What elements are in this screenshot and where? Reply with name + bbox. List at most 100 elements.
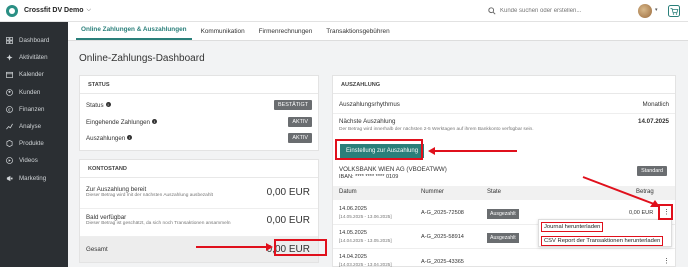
highlight-settings-box bbox=[335, 139, 423, 160]
next-payout-date: 14.07.2025 bbox=[638, 118, 669, 125]
sidebar-item-kalender[interactable]: Kalender bbox=[0, 66, 68, 83]
page-title: Online-Zahlungs-Dashboard bbox=[79, 53, 205, 64]
status-row: Status i BESTÄTIGT bbox=[86, 100, 312, 110]
incoming-payments-label: Eingehende Zahlungen bbox=[86, 118, 150, 126]
soon-label: Bald verfügbar bbox=[86, 214, 127, 221]
card-title: AUSZAHLUNG bbox=[333, 76, 675, 94]
activities-icon bbox=[6, 54, 13, 61]
bank-name: VOLKSBANK WIEN AG (VBOEATWW) bbox=[339, 166, 447, 173]
customers-icon bbox=[6, 88, 13, 96]
sidebar: Dashboard Aktivitäten Kalender Kunden € … bbox=[0, 22, 68, 267]
svg-text:€: € bbox=[8, 107, 11, 113]
payout-rhythm-label: Auszahlungsrhythmus bbox=[339, 101, 400, 108]
sidebar-item-label: Videos bbox=[19, 157, 38, 165]
divider bbox=[333, 248, 675, 249]
top-bar: Crossfit DV Demo ⌵ ▾ bbox=[0, 0, 688, 22]
status-label: Status bbox=[86, 101, 104, 109]
payout-rhythm-row: Auszahlungsrhythmus Monatlich bbox=[339, 101, 669, 108]
finance-icon: € bbox=[6, 105, 13, 113]
arrow-head bbox=[428, 147, 435, 155]
sidebar-item-kunden[interactable]: Kunden bbox=[0, 84, 68, 101]
sidebar-item-label: Finanzen bbox=[19, 105, 45, 113]
soon-sub: Dieser Betrag ist geschätzt, da sich noc… bbox=[86, 221, 231, 226]
payout-rhythm-value: Monatlich bbox=[642, 101, 669, 108]
search-input[interactable] bbox=[500, 8, 620, 14]
marketing-icon bbox=[6, 175, 13, 181]
sidebar-item-label: Kalender bbox=[19, 71, 44, 79]
bank-iban: IBAN: **** **** **** 0109 bbox=[339, 174, 399, 180]
divider bbox=[333, 113, 675, 114]
next-payout-label: Nächste Auszahlung bbox=[339, 118, 396, 125]
sidebar-item-label: Analyse bbox=[19, 123, 42, 131]
ready-sub: Dieser Betrag wird mit der nächsten Ausz… bbox=[86, 193, 213, 198]
card-title: STATUS bbox=[80, 76, 318, 94]
tab-company-invoices[interactable]: Firmenrechnungen bbox=[254, 28, 318, 40]
annotation-arrow bbox=[434, 150, 517, 152]
payout-date: 14.05.2025 bbox=[339, 230, 367, 236]
app-title[interactable]: Crossfit DV Demo bbox=[24, 7, 84, 14]
tab-bar: Online Zahlungen & Auszahlungen Kommunik… bbox=[68, 22, 688, 41]
sidebar-item-finanzen[interactable]: € Finanzen bbox=[0, 101, 68, 118]
soon-block: Bald verfügbar Dieser Betrag ist geschät… bbox=[86, 214, 231, 226]
cart-icon[interactable] bbox=[668, 5, 680, 17]
dashboard-icon bbox=[6, 37, 13, 45]
payout-range: [14.04.2025 - 13.05.2025] bbox=[339, 238, 392, 243]
soon-value: 0,00 EUR bbox=[266, 215, 310, 226]
payout-date: 14.06.2025 bbox=[339, 206, 367, 212]
search-icon bbox=[488, 7, 496, 15]
incoming-payments-badge: AKTIV bbox=[288, 117, 312, 127]
sidebar-item-label: Marketing bbox=[19, 174, 47, 182]
payout-number: A-G_2025-58914 bbox=[421, 234, 464, 240]
sidebar-item-label: Dashboard bbox=[19, 37, 50, 45]
payout-number: A-G_2025-72508 bbox=[421, 210, 464, 216]
status-card: STATUS Status i BESTÄTIGT Eingehende Zahl… bbox=[79, 75, 319, 151]
tab-online-payments[interactable]: Online Zahlungen & Auszahlungen bbox=[76, 26, 192, 40]
info-icon[interactable]: i bbox=[152, 119, 157, 125]
ready-value: 0,00 EUR bbox=[266, 187, 310, 198]
download-csv-report-menu-item[interactable]: CSV Report der Transaktionen herunterlad… bbox=[541, 236, 664, 246]
sidebar-item-dashboard[interactable]: Dashboard bbox=[0, 32, 68, 49]
tab-communication[interactable]: Kommunikation bbox=[196, 28, 250, 40]
card-title: KONTOSTAND bbox=[80, 160, 318, 178]
payout-range: [14.03.2025 - 13.04.2025] bbox=[339, 262, 392, 267]
annotation-arrow bbox=[582, 176, 660, 207]
calendar-icon bbox=[6, 72, 13, 79]
sidebar-item-aktivitaeten[interactable]: Aktivitäten bbox=[0, 49, 68, 66]
divider bbox=[80, 208, 318, 209]
tab-transaction-fees[interactable]: Transaktionsgebühren bbox=[321, 28, 394, 40]
column-header-date[interactable]: Datum bbox=[339, 189, 357, 195]
payout-date: 14.04.2025 bbox=[339, 254, 367, 260]
ready-block: Zur Auszahlung bereit Dieser Betrag wird… bbox=[86, 186, 213, 198]
total-label: Gesamt bbox=[86, 246, 108, 253]
column-header-state[interactable]: State bbox=[487, 189, 501, 195]
sidebar-item-label: Aktivitäten bbox=[19, 54, 48, 62]
sidebar-item-marketing[interactable]: Marketing bbox=[0, 170, 68, 187]
payouts-label: Auszahlungen bbox=[86, 134, 126, 142]
payout-range: [14.05.2025 - 13.06.2025] bbox=[339, 214, 392, 219]
analysis-icon bbox=[6, 123, 13, 130]
avatar[interactable] bbox=[638, 4, 652, 18]
status-badge: BESTÄTIGT bbox=[274, 100, 312, 110]
info-icon[interactable]: i bbox=[105, 102, 111, 108]
column-header-number[interactable]: Nummer bbox=[421, 189, 444, 195]
info-icon[interactable]: i bbox=[127, 135, 133, 141]
sidebar-item-analyse[interactable]: Analyse bbox=[0, 118, 68, 135]
more-options-icon[interactable]: ⋮ bbox=[663, 257, 670, 265]
payouts-badge: AKTIV bbox=[288, 133, 312, 143]
sidebar-item-label: Produkte bbox=[19, 140, 44, 148]
highlight-total-box bbox=[274, 239, 327, 256]
chevron-down-icon[interactable]: ⌵ bbox=[87, 7, 92, 14]
payout-number: A-G_2025-43365 bbox=[421, 259, 464, 265]
sidebar-item-produkte[interactable]: Produkte bbox=[0, 135, 68, 152]
sidebar-item-videos[interactable]: Videos bbox=[0, 152, 68, 169]
videos-icon bbox=[6, 157, 13, 165]
payout-state-badge: Ausgezahlt bbox=[487, 209, 519, 219]
ready-label: Zur Auszahlung bereit bbox=[86, 186, 147, 193]
sidebar-item-label: Kunden bbox=[19, 88, 41, 96]
payouts-row: Auszahlungen i AKTIV bbox=[86, 133, 312, 143]
app-logo[interactable] bbox=[6, 4, 18, 17]
chevron-down-icon[interactable]: ▾ bbox=[655, 7, 658, 13]
bank-default-badge: Standard bbox=[637, 166, 667, 176]
search-bar[interactable] bbox=[488, 5, 628, 17]
download-journal-menu-item[interactable]: Journal herunterladen bbox=[541, 222, 604, 232]
